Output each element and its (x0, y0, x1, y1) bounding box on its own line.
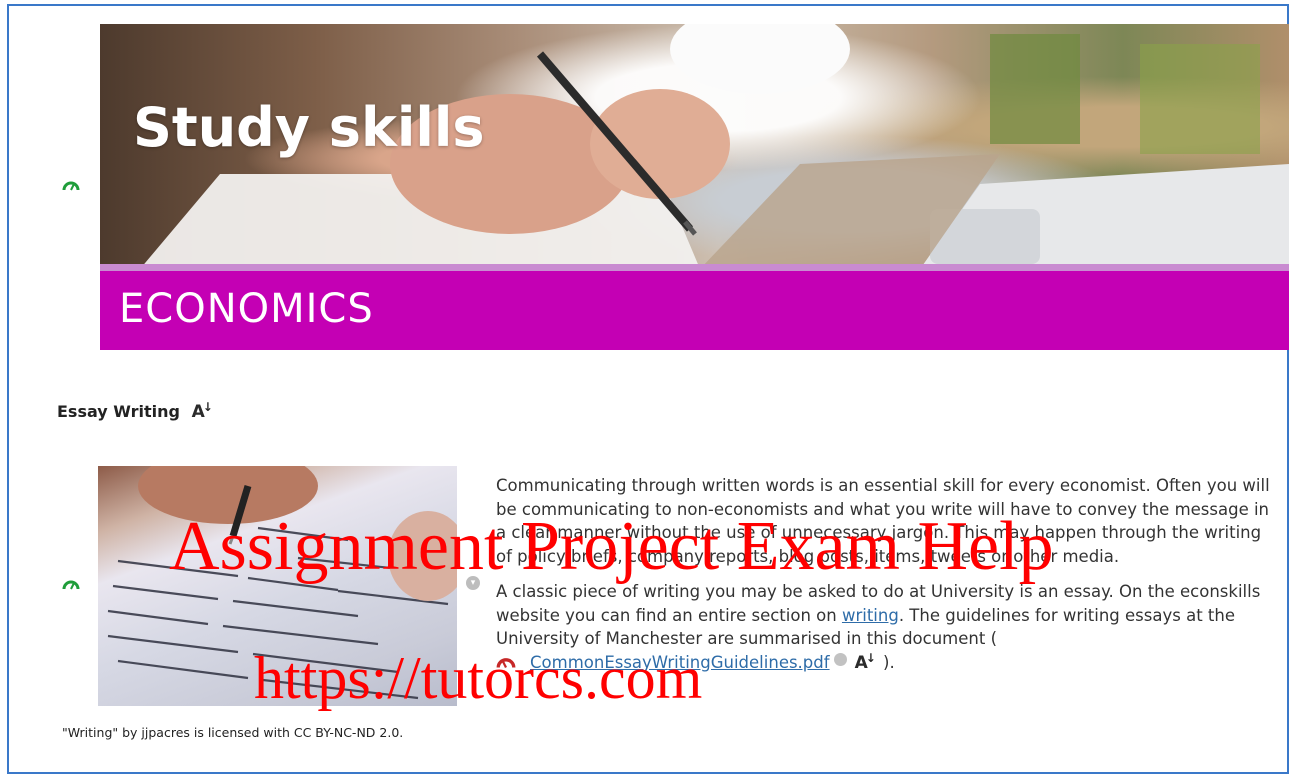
course-banner: Study skills ECONOMICS (100, 24, 1289, 350)
banner-divider (100, 264, 1289, 271)
image-caption: "Writing" by jjpacres is licensed with C… (62, 725, 404, 740)
watermark-line-2: https://tutorcs.com (254, 645, 703, 711)
file-options-icon[interactable] (833, 652, 847, 666)
section-heading: Essay Writing A↓ (57, 400, 215, 422)
gauge-icon[interactable] (62, 578, 80, 590)
banner-strip: ECONOMICS (100, 271, 1289, 350)
banner-title: Study skills (133, 96, 485, 159)
alternative-formats-icon[interactable]: A↓ (855, 651, 878, 677)
alternative-formats-icon[interactable]: A↓ (192, 400, 215, 422)
writing-link[interactable]: writing (842, 606, 899, 625)
watermark-line-1: Assignment Project Exam Help (169, 508, 1054, 585)
section-heading-text: Essay Writing (57, 402, 180, 421)
banner-subtitle: ECONOMICS (119, 286, 374, 332)
closing-text: ). (883, 652, 895, 672)
gauge-icon[interactable] (62, 179, 80, 191)
